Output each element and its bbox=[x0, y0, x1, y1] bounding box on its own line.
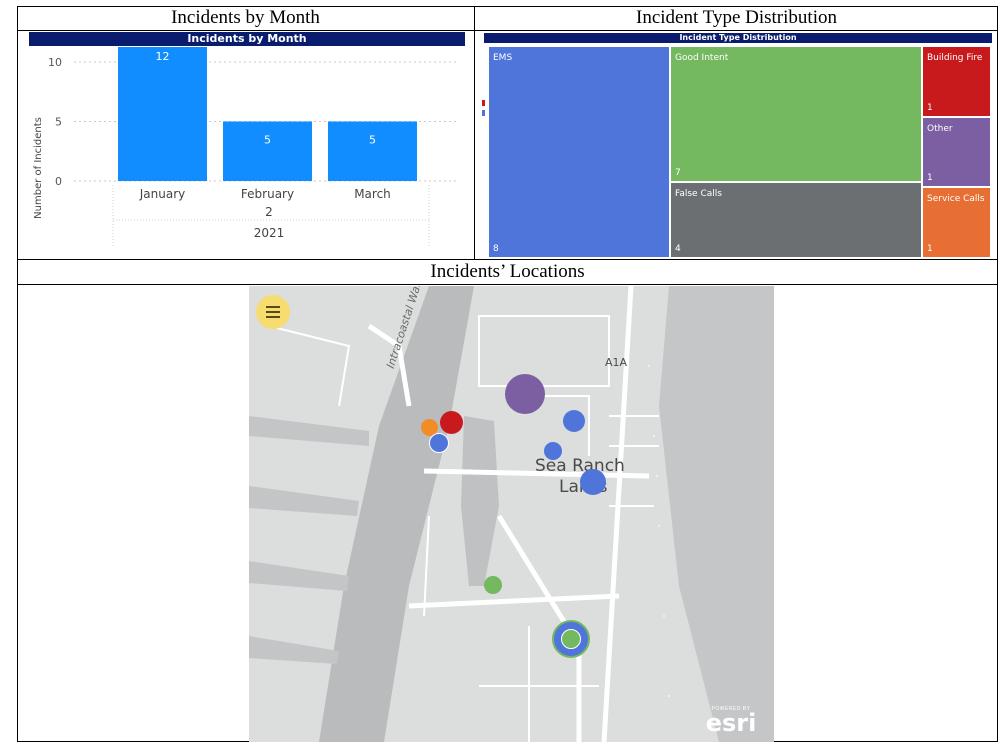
bar-march[interactable] bbox=[328, 121, 417, 182]
legend-stub-red bbox=[482, 100, 485, 106]
legend-stub-blue bbox=[482, 110, 485, 116]
treemap-header: Incident Type Distribution bbox=[484, 33, 992, 43]
treemap-tile-other[interactable]: Other 1 bbox=[922, 117, 991, 187]
quarter-label: 2 bbox=[265, 205, 273, 219]
tile-value: 7 bbox=[675, 168, 681, 178]
incident-marker-good-intent[interactable] bbox=[561, 629, 581, 649]
incident-marker-good-intent[interactable] bbox=[484, 576, 502, 594]
tile-value: 1 bbox=[927, 103, 933, 113]
bar-data-label: 12 bbox=[156, 50, 170, 63]
row-divider-1 bbox=[17, 30, 998, 31]
incident-marker-ems[interactable] bbox=[563, 410, 585, 432]
treemap-tile-service-calls[interactable]: Service Calls 1 bbox=[922, 187, 991, 258]
x-tick-label: March bbox=[354, 187, 391, 201]
incident-marker-other[interactable] bbox=[505, 374, 545, 414]
map-menu-button[interactable] bbox=[256, 295, 290, 329]
year-label: 2021 bbox=[254, 226, 285, 240]
tile-label: Good Intent bbox=[675, 53, 729, 63]
x-tick-label: January bbox=[139, 187, 186, 201]
tile-value: 8 bbox=[493, 244, 499, 254]
row-divider-3 bbox=[17, 284, 998, 285]
tile-label: Building Fire bbox=[927, 53, 983, 63]
tile-label: EMS bbox=[493, 53, 513, 63]
column-divider bbox=[474, 6, 475, 259]
month-cell-title: Incidents by Month bbox=[171, 7, 320, 28]
tile-label: False Calls bbox=[675, 189, 722, 199]
tile-value: 1 bbox=[927, 244, 933, 254]
tile-label: Other bbox=[927, 124, 953, 134]
incident-map[interactable]: A1A Intracoastal Waterway Sea Ranch Lake… bbox=[249, 286, 774, 742]
treemap-tile-ems[interactable]: EMS 8 bbox=[488, 46, 670, 258]
type-cell-title: Incident Type Distribution bbox=[636, 7, 837, 28]
bar-data-label: 5 bbox=[369, 134, 376, 147]
incident-marker-ems[interactable] bbox=[580, 469, 606, 495]
y-tick-label: 10 bbox=[48, 56, 62, 69]
month-bar-chart: Number of Incidents 10 5 0 12 January 5 Februa… bbox=[33, 47, 459, 247]
incident-marker-ems[interactable] bbox=[544, 442, 562, 460]
bar-data-label: 5 bbox=[264, 134, 271, 147]
map-basemap bbox=[249, 286, 774, 742]
month-chart-header: Incidents by Month bbox=[29, 32, 465, 46]
x-tick-label: February bbox=[241, 187, 294, 201]
treemap-tile-building-fire[interactable]: Building Fire 1 bbox=[922, 46, 991, 117]
incident-marker-ems[interactable] bbox=[429, 433, 449, 453]
location-cell-title: Incidents’ Locations bbox=[430, 261, 585, 282]
bar-february[interactable] bbox=[223, 121, 312, 182]
road-label: A1A bbox=[605, 356, 628, 369]
esri-attribution[interactable]: POWERED BY esri bbox=[701, 706, 761, 738]
incident-marker-building-fire[interactable] bbox=[440, 411, 463, 434]
y-tick-label: 0 bbox=[55, 175, 62, 188]
tile-label: Service Calls bbox=[927, 194, 985, 204]
tile-value: 1 bbox=[927, 173, 933, 183]
y-axis-label: Number of Incidents bbox=[33, 117, 44, 219]
esri-logo: esri bbox=[705, 709, 757, 737]
y-tick-label: 5 bbox=[55, 116, 62, 129]
treemap-tile-false-calls[interactable]: False Calls 4 bbox=[670, 182, 922, 258]
incident-marker-cluster[interactable] bbox=[552, 620, 590, 658]
tile-value: 4 bbox=[675, 244, 681, 254]
treemap-tile-good-intent[interactable]: Good Intent 7 bbox=[670, 46, 922, 182]
bar-january[interactable] bbox=[118, 47, 207, 182]
